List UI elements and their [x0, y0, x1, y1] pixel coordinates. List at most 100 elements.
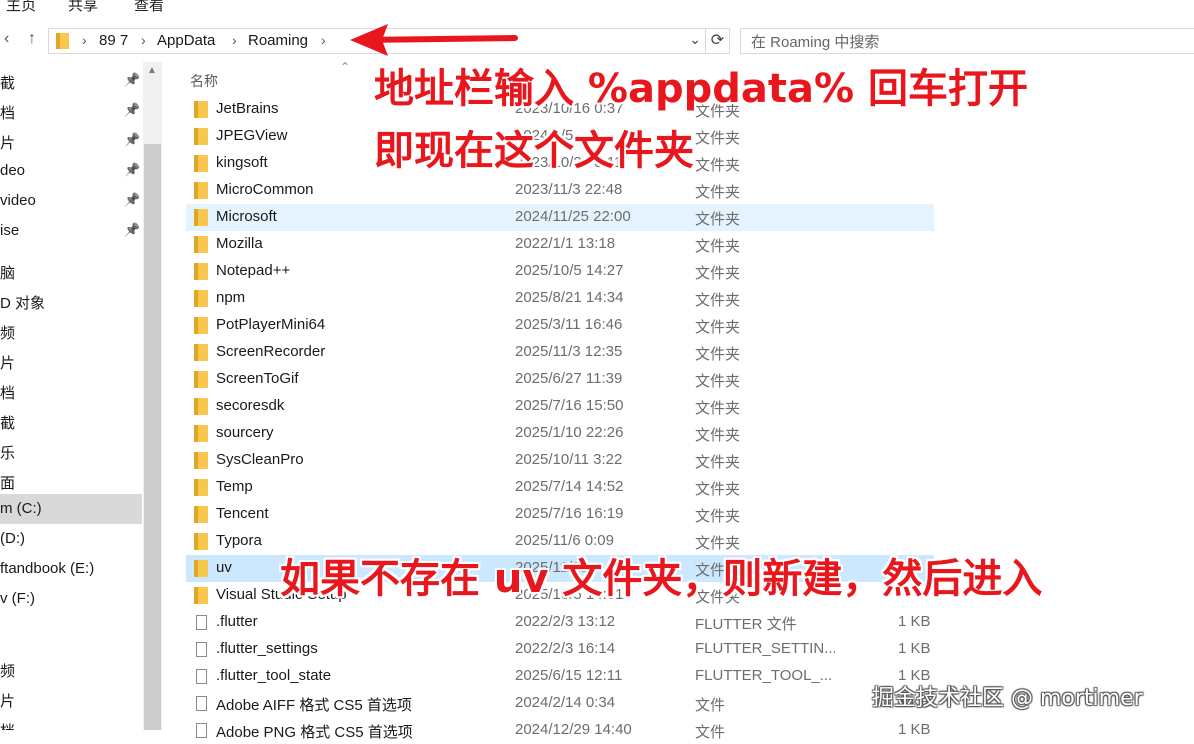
file-date: 2025/3/11 16:46	[515, 316, 623, 333]
file-name: sourcery	[216, 424, 274, 441]
scrollbar-thumb[interactable]	[144, 144, 161, 730]
navigation-pane: 截 📌 档 📌 片 📌 deo 📌 video 📌 ise 📌 脑 D 对象频片档截乐面 m (C:) (D:…	[0, 62, 162, 730]
scroll-up-icon[interactable]: ▲	[147, 65, 157, 76]
search-box[interactable]	[740, 28, 1194, 54]
file-list-row[interactable]: SysCleanPro 2025/10/11 3:22 文件夹	[186, 447, 934, 474]
sidebar-item-label: D 对象	[0, 295, 46, 312]
file-list-row[interactable]: Adobe PNG 格式 CS5 首选项 2024/12/29 14:40 文件 1 …	[186, 717, 934, 744]
sidebar-item[interactable]: 片	[0, 684, 142, 714]
folder-icon	[194, 533, 208, 550]
file-list-row[interactable]: Adobe AIFF 格式 CS5 首选项 2024/2/14 0:34 文件 1 K…	[186, 690, 934, 717]
file-type: 文件夹	[695, 238, 741, 255]
file-type: 文件夹	[695, 157, 741, 174]
breadcrumb-item-user[interactable]: 89 7	[99, 32, 128, 49]
address-dropdown-icon[interactable]: ⌄	[689, 31, 701, 48]
breadcrumb-separator-icon: ›	[82, 32, 87, 48]
pin-icon[interactable]: 📌	[124, 162, 140, 178]
sidebar-item[interactable]: 截	[0, 406, 142, 436]
file-date: 2025/8/21 14:34	[515, 289, 624, 306]
sidebar-item[interactable]: 片	[0, 346, 142, 376]
file-name: PotPlayerMini64	[216, 316, 326, 333]
sidebar-item[interactable]: 脑	[0, 256, 142, 286]
ribbon-tab-view[interactable]: 查看	[134, 0, 164, 14]
file-list-row[interactable]: .flutter_tool_state 2025/6/15 12:11 FLUTTE…	[186, 663, 934, 690]
sidebar-item-label: 乐	[0, 445, 16, 462]
file-type: 文件夹	[695, 400, 741, 417]
sidebar-item[interactable]: 面	[0, 466, 142, 496]
file-name: .flutter_settings	[216, 640, 318, 657]
file-type: 文件夹	[695, 319, 741, 336]
sidebar-item[interactable]: D 对象	[0, 286, 142, 316]
file-name: ScreenRecorder	[216, 343, 326, 360]
sidebar-item-label: 截	[0, 75, 16, 92]
sidebar-item[interactable]: (D:)	[0, 524, 142, 554]
file-list-row[interactable]: .flutter 2022/2/3 13:12 FLUTTER 文件 1 KB	[186, 609, 934, 636]
file-list-row[interactable]: PotPlayerMini64 2025/3/11 16:46 文件夹	[186, 312, 934, 339]
file-icon	[194, 668, 208, 685]
file-list-row[interactable]: Mozilla 2022/1/1 13:18 文件夹	[186, 231, 934, 258]
sidebar-item[interactable]: deo 📌	[0, 156, 142, 186]
sidebar-item-label: ftandbook (E:)	[0, 560, 95, 577]
sidebar-item[interactable]	[0, 614, 142, 644]
sidebar-item[interactable]: ftandbook (E:)	[0, 554, 142, 584]
search-input[interactable]	[749, 30, 1173, 54]
breadcrumb-separator-icon: ›	[321, 32, 326, 48]
pin-icon[interactable]: 📌	[124, 192, 140, 208]
folder-icon	[194, 317, 208, 334]
file-name: Microsoft	[216, 208, 277, 225]
breadcrumb-item-appdata[interactable]: AppData	[157, 32, 215, 49]
file-list-row[interactable]: MicroCommon 2023/11/3 22:48 文件夹	[186, 177, 934, 204]
sidebar-item[interactable]: 档	[0, 714, 142, 730]
sidebar-item[interactable]: 截 📌	[0, 66, 142, 96]
ribbon-tab-share[interactable]: 共享	[68, 0, 98, 14]
sidebar-item[interactable]: 频	[0, 316, 142, 346]
file-date: 2025/7/16 16:19	[515, 505, 624, 522]
sidebar-item[interactable]: 片 📌	[0, 126, 142, 156]
file-list-row[interactable]: secoresdk 2025/7/16 15:50 文件夹	[186, 393, 934, 420]
file-list-row[interactable]: sourcery 2025/1/10 22:26 文件夹	[186, 420, 934, 447]
pin-icon[interactable]: 📌	[124, 132, 140, 148]
sidebar-item[interactable]: v (F:)	[0, 584, 142, 614]
file-list-row[interactable]: Notepad++ 2025/10/5 14:27 文件夹	[186, 258, 934, 285]
sidebar-item-label: deo	[0, 162, 26, 179]
up-arrow-icon[interactable]: ↑	[28, 30, 36, 48]
refresh-button[interactable]: ⟳	[706, 28, 730, 54]
folder-icon	[194, 128, 208, 145]
pin-icon[interactable]: 📌	[124, 72, 140, 88]
file-type: 文件夹	[695, 373, 741, 390]
sidebar-item[interactable]: video 📌	[0, 186, 142, 216]
sidebar-item[interactable]: 频	[0, 654, 142, 684]
file-name: Notepad++	[216, 262, 291, 279]
column-header-name[interactable]: 名称	[190, 71, 218, 91]
ribbon-tab-home[interactable]: 主页	[6, 0, 36, 14]
sidebar-item[interactable]: m (C:)	[0, 494, 142, 524]
pin-icon[interactable]: 📌	[124, 102, 140, 118]
breadcrumb-item-roaming[interactable]: Roaming	[248, 32, 308, 49]
file-date: 2024/2/14 0:34	[515, 694, 616, 711]
file-size: 1 KB	[898, 640, 931, 657]
file-type: 文件夹	[695, 481, 741, 498]
sidebar-item[interactable]: 档 📌	[0, 96, 142, 126]
sidebar-item[interactable]: 档	[0, 376, 142, 406]
sort-ascending-icon: ⌃	[340, 60, 351, 74]
navigation-pane-scrollbar[interactable]: ▲	[143, 62, 162, 730]
file-date: 2022/1/1 13:18	[515, 235, 616, 252]
sidebar-item-label: ise	[0, 222, 20, 239]
file-list-row[interactable]: ScreenToGif 2025/6/27 11:39 文件夹	[186, 366, 934, 393]
back-chevron-icon[interactable]: ‹	[4, 30, 9, 48]
pin-icon[interactable]: 📌	[124, 222, 140, 238]
file-list-row[interactable]: Temp 2025/7/14 14:52 文件夹	[186, 474, 934, 501]
folder-icon	[194, 344, 208, 361]
file-list-row[interactable]: .flutter_settings 2022/2/3 16:14 FLUTTER_S…	[186, 636, 934, 663]
file-list-row[interactable]: Tencent 2025/7/16 16:19 文件夹	[186, 501, 934, 528]
file-list-row[interactable]: ScreenRecorder 2025/11/3 12:35 文件夹	[186, 339, 934, 366]
folder-icon	[194, 236, 208, 253]
annotation-instruction-line1: 地址栏输入 %appdata% 回车打开	[374, 66, 1029, 112]
file-icon	[194, 614, 208, 631]
file-date: 2025/7/16 15:50	[515, 397, 624, 414]
file-list-row[interactable]: npm 2025/8/21 14:34 文件夹	[186, 285, 934, 312]
sidebar-item[interactable]: 乐	[0, 436, 142, 466]
annotation-instruction-uv: 如果不存在 uv 文件夹，则新建，然后进入	[280, 556, 1043, 602]
file-list-row[interactable]: Microsoft 2024/11/25 22:00 文件夹	[186, 204, 934, 231]
sidebar-item[interactable]: ise 📌	[0, 216, 142, 246]
